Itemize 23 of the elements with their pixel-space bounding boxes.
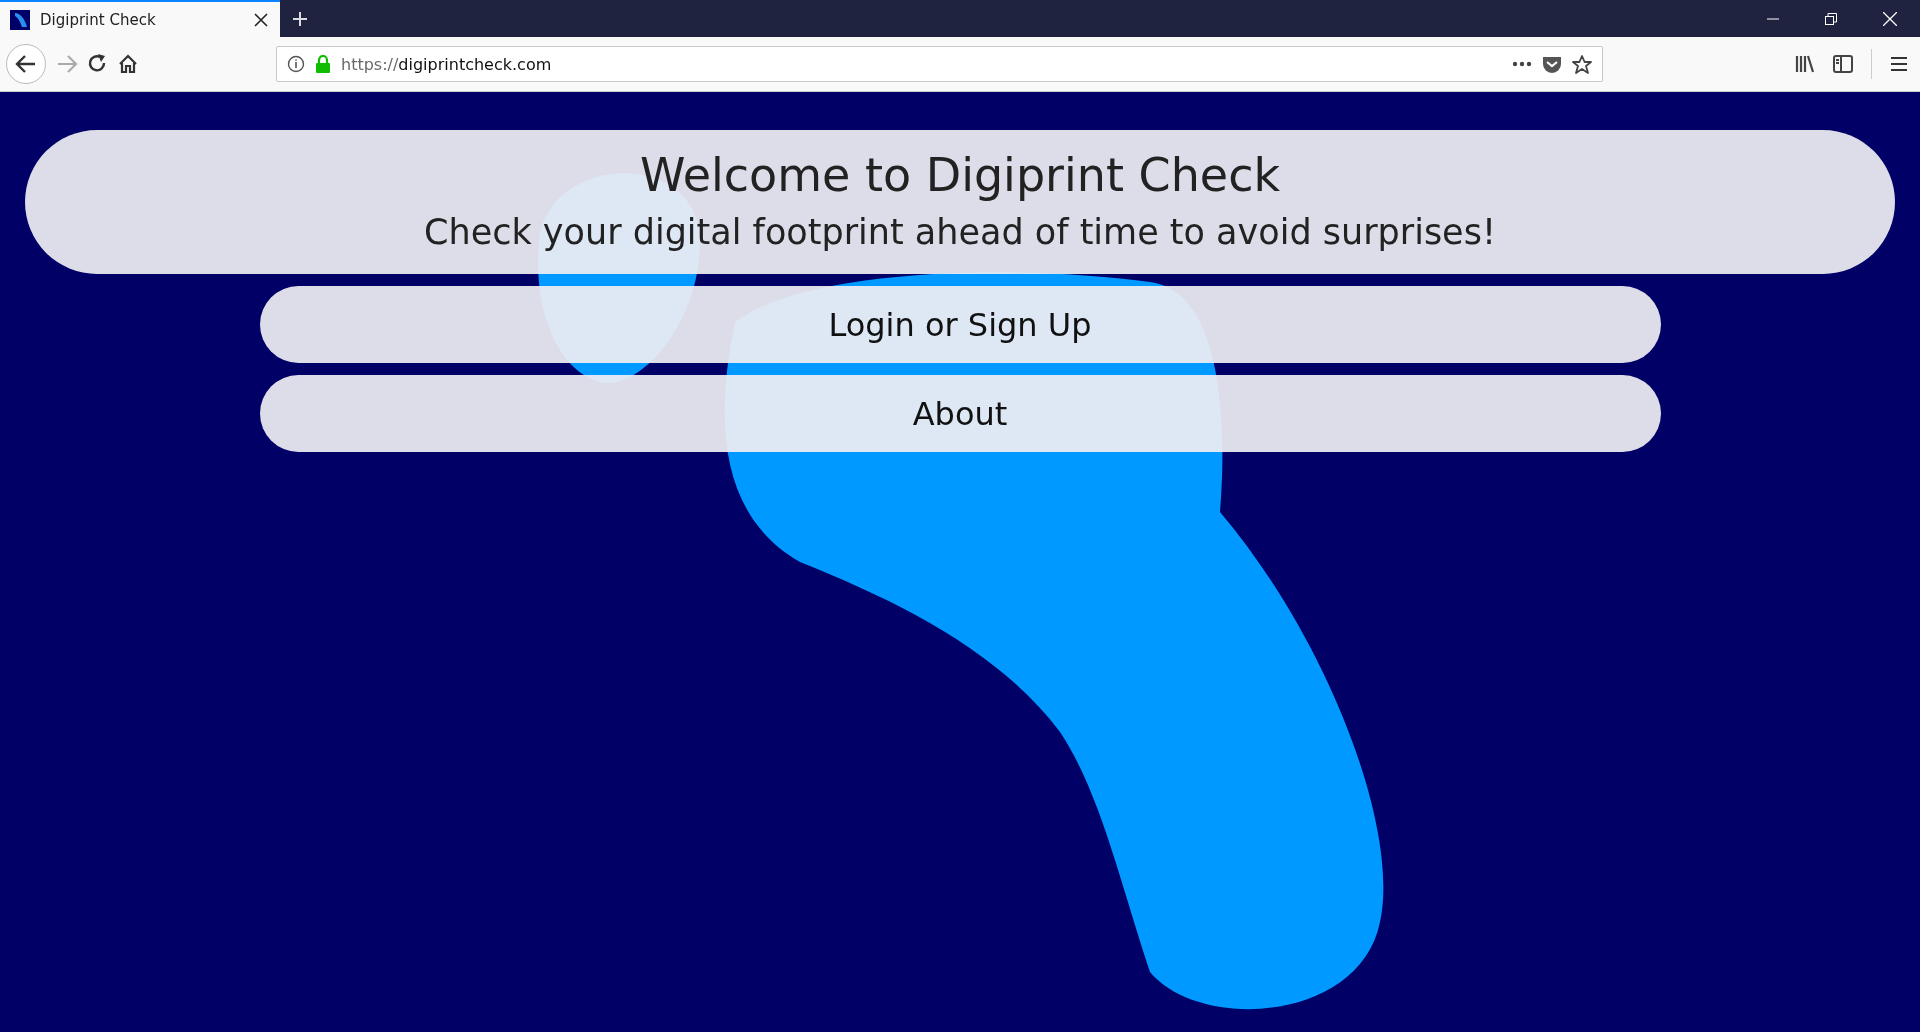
back-button[interactable] xyxy=(6,44,46,84)
site-favicon-icon xyxy=(10,9,30,30)
nav-button[interactable]: About xyxy=(259,375,1661,452)
url-text: https://digiprintcheck.com xyxy=(341,54,553,74)
padlock-icon xyxy=(315,55,331,73)
library-icon[interactable] xyxy=(1795,54,1815,74)
browser-tab[interactable]: Digiprint Check xyxy=(0,0,280,37)
menu-icon[interactable] xyxy=(1890,55,1908,73)
reload-icon[interactable] xyxy=(88,54,108,74)
address-field[interactable]: https://digiprintcheck.com xyxy=(276,46,1603,82)
home-icon[interactable] xyxy=(118,54,138,74)
pocket-icon[interactable] xyxy=(1542,55,1562,73)
more-icon[interactable] xyxy=(1512,60,1532,68)
nav-button[interactable]: Login or Sign Up xyxy=(259,286,1661,363)
back-arrow-icon xyxy=(15,54,37,74)
page-title: Welcome to Digiprint Check xyxy=(639,148,1281,202)
tab-title: Digiprint Check xyxy=(40,10,157,29)
close-icon[interactable] xyxy=(254,12,268,27)
info-icon[interactable] xyxy=(287,55,305,73)
star-icon[interactable] xyxy=(1572,54,1592,74)
page-subtitle: Check your digital footprint ahead of time to avoid surprises! xyxy=(424,212,1496,252)
new-tab-icon[interactable] xyxy=(292,10,308,27)
sidebar-icon[interactable] xyxy=(1833,54,1853,74)
